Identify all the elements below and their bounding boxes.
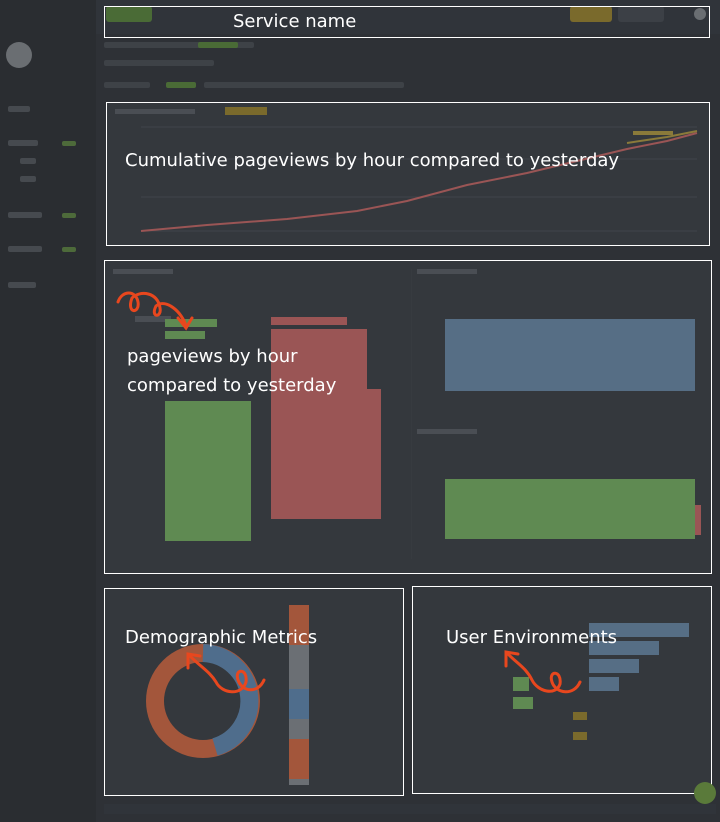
hourly-pageviews-label-line1: pageviews by hour	[127, 346, 298, 367]
yesterday-series-line	[140, 132, 698, 232]
donut-segment	[202, 644, 259, 756]
bar-block	[271, 389, 381, 519]
chart-title-strip	[417, 429, 477, 434]
bar	[695, 505, 701, 535]
cumulative-pageviews-panel: Cumulative pageviews by hour compared to…	[106, 102, 710, 246]
sidebar-item[interactable]	[8, 106, 30, 112]
sidebar-subitem[interactable]	[20, 158, 36, 164]
bar	[165, 319, 217, 327]
avatar[interactable]	[6, 42, 32, 68]
bar-block	[165, 401, 251, 541]
section-title	[104, 60, 214, 66]
service-name-box: Service name	[104, 6, 710, 38]
demographic-donut-chart	[146, 605, 309, 785]
bar	[165, 331, 205, 339]
hourly-pageviews-chart	[113, 269, 701, 559]
env-bar	[573, 732, 587, 740]
sidebar-badge	[62, 247, 76, 252]
hourly-pageviews-label-line2: compared to yesterday	[127, 375, 337, 396]
env-bar	[589, 659, 639, 673]
sidebar-item[interactable]	[8, 140, 38, 146]
sidebar	[0, 0, 96, 822]
cumulative-pageviews-chart	[115, 107, 698, 232]
sidebar-item[interactable]	[8, 246, 42, 252]
legend-swatch	[289, 739, 309, 779]
env-bar	[589, 677, 619, 691]
cumulative-pageviews-label: Cumulative pageviews by hour compared to…	[125, 150, 620, 171]
filter-chip[interactable]	[166, 82, 196, 88]
demographic-metrics-panel: Demographic Metrics	[104, 588, 404, 796]
legend-swatch	[289, 689, 309, 719]
user-environments-table	[513, 623, 689, 740]
sidebar-subitem[interactable]	[20, 176, 36, 182]
filter-label	[104, 82, 150, 88]
env-bar	[513, 677, 529, 691]
chart-badge	[225, 107, 267, 115]
env-bar	[513, 697, 533, 709]
chart-title-strip	[113, 269, 173, 274]
filter-description	[204, 82, 404, 88]
status-badge	[198, 42, 238, 48]
chart-title-strip	[115, 109, 195, 114]
hourly-pageviews-panel: pageviews by hour compared to yesterday	[104, 260, 712, 574]
weekly-bars-block	[445, 319, 695, 391]
env-bar	[573, 712, 587, 720]
user-environments-label: User Environments	[446, 627, 618, 648]
service-name-label: Service name	[233, 11, 357, 32]
sidebar-badge	[62, 213, 76, 218]
help-chat-button[interactable]	[694, 782, 716, 804]
sidebar-item[interactable]	[8, 282, 36, 288]
daily-bars-block	[445, 479, 695, 539]
sidebar-item[interactable]	[8, 212, 42, 218]
user-environments-panel: User Environments	[412, 586, 712, 794]
legend-swatch	[633, 131, 673, 135]
chart-title-strip	[417, 269, 477, 274]
sidebar-badge	[62, 141, 76, 146]
footer	[104, 804, 716, 814]
demographic-metrics-label: Demographic Metrics	[125, 627, 318, 648]
bar	[271, 317, 347, 325]
